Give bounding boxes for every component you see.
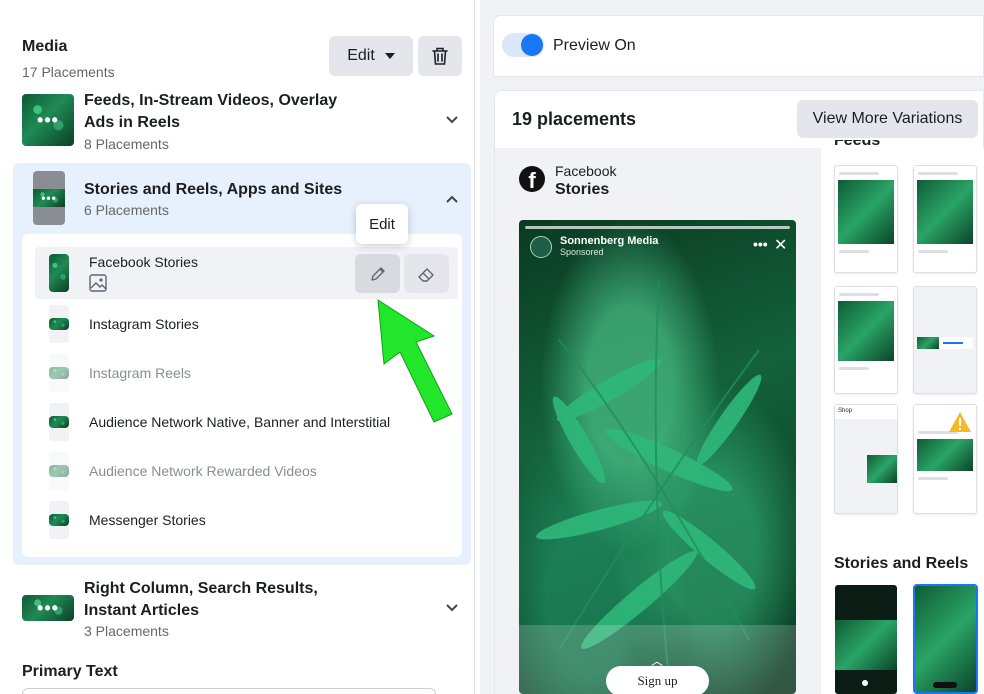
- group-thumbnail: •••: [22, 595, 74, 621]
- more-dots-icon: •••: [37, 597, 59, 618]
- variation-thumb[interactable]: [834, 165, 898, 273]
- variation-thumb[interactable]: Shop: [834, 404, 898, 514]
- placement-label: Messenger Stories: [89, 512, 206, 528]
- group-title-line: Right Column, Search Results,: [84, 580, 318, 597]
- group-stories-title[interactable]: Stories and Reels, Apps and Sites: [84, 179, 342, 201]
- stories-reels-heading: Stories and Reels: [834, 555, 969, 572]
- group-title-line: Feeds, In-Stream Videos, Overlay: [84, 92, 338, 109]
- placement-info: Facebook Stories: [89, 247, 198, 299]
- eraser-icon: [417, 267, 434, 282]
- variation-thumb[interactable]: [913, 165, 977, 273]
- edit-tooltip: Edit: [356, 204, 408, 244]
- more-dots-icon: •••: [37, 109, 59, 130]
- story-page-name: Sonnenberg Media: [560, 235, 659, 247]
- group-thumbnail: •••: [33, 171, 65, 225]
- placement-label: Facebook Stories: [89, 254, 198, 270]
- facebook-logo-icon: f: [519, 166, 545, 192]
- more-dots-icon[interactable]: •••: [753, 236, 768, 252]
- group-title-line: Ads in Reels: [84, 114, 181, 131]
- group-right-column-title[interactable]: Right Column, Search Results, Instant Ar…: [84, 578, 344, 622]
- pencil-icon: [370, 266, 385, 281]
- story-progress-bar: [525, 226, 790, 229]
- sign-up-button[interactable]: Sign up: [606, 666, 709, 694]
- group-stories-count: 6 Placements: [84, 202, 169, 218]
- warning-icon: [949, 412, 971, 432]
- more-dots-icon: •••: [33, 189, 65, 207]
- delete-button[interactable]: [418, 36, 462, 76]
- media-title: Media: [22, 38, 68, 55]
- chevron-up-icon[interactable]: [446, 193, 458, 205]
- placement-label: Instagram Stories: [89, 316, 199, 332]
- primary-text-input[interactable]: [22, 688, 436, 694]
- group-right-column-count: 3 Placements: [84, 623, 169, 639]
- placement-label: Instagram Reels: [89, 365, 191, 381]
- variation-thumb-selected[interactable]: [913, 584, 978, 694]
- group-thumbnail: •••: [22, 94, 74, 146]
- mini-shop-label: Shop: [835, 405, 897, 419]
- chevron-down-icon[interactable]: [446, 114, 458, 126]
- primary-text-title: Primary Text: [22, 663, 118, 680]
- close-icon[interactable]: ✕: [774, 235, 787, 255]
- group-title-line: Instant Articles: [84, 602, 199, 619]
- fern-image: [519, 279, 796, 694]
- placement-thumbnail: [49, 403, 69, 441]
- placements-count: 19 placements: [512, 109, 637, 129]
- placement-label: Audience Network Native, Banner and Inte…: [89, 414, 391, 430]
- trash-icon: [432, 47, 448, 65]
- variation-thumb[interactable]: [913, 286, 977, 394]
- annotation-arrow-icon: [377, 299, 453, 423]
- platform-label: Facebook: [555, 163, 617, 179]
- preview-toggle-label: Preview On: [553, 37, 636, 54]
- group-feeds-title[interactable]: Feeds, In-Stream Videos, Overlay Ads in …: [84, 90, 344, 134]
- chevron-down-icon[interactable]: [446, 602, 458, 614]
- placement-label: Audience Network Rewarded Videos: [89, 463, 317, 479]
- group-feeds-count: 8 Placements: [84, 136, 169, 152]
- placement-thumbnail: [49, 254, 69, 292]
- caret-down-icon: [384, 53, 395, 59]
- reset-placement-button[interactable]: [404, 254, 449, 293]
- story-preview: Sonnenberg Media Sponsored ••• ✕ ︿ Sign …: [519, 220, 796, 694]
- list-item-audience-network-rewarded[interactable]: Audience Network Rewarded Videos: [35, 447, 458, 495]
- variation-thumb[interactable]: [834, 286, 898, 394]
- placement-thumbnail: [49, 501, 69, 539]
- story-sponsored: Sponsored: [560, 247, 604, 257]
- media-count: 17 Placements: [22, 64, 115, 80]
- placement-thumbnail: [49, 452, 69, 490]
- feeds-heading: Feeds: [834, 140, 881, 149]
- page-avatar: [530, 236, 552, 258]
- variation-thumb[interactable]: [913, 404, 977, 514]
- edit-placement-button[interactable]: [355, 254, 400, 293]
- variation-thumb[interactable]: [835, 585, 897, 694]
- placement-label: Stories: [555, 181, 610, 198]
- placement-thumbnail: [49, 305, 69, 343]
- edit-button-label: Edit: [347, 47, 375, 64]
- image-icon: [89, 274, 107, 292]
- toggle-knob: [521, 34, 543, 56]
- feeds-heading-clip: Feeds: [834, 140, 974, 152]
- edit-dropdown-button[interactable]: Edit: [329, 36, 413, 76]
- view-more-variations-button[interactable]: View More Variations: [797, 100, 978, 138]
- preview-toggle[interactable]: [502, 33, 544, 57]
- placement-thumbnail: [49, 354, 69, 392]
- list-item-messenger-stories[interactable]: Messenger Stories: [35, 496, 458, 544]
